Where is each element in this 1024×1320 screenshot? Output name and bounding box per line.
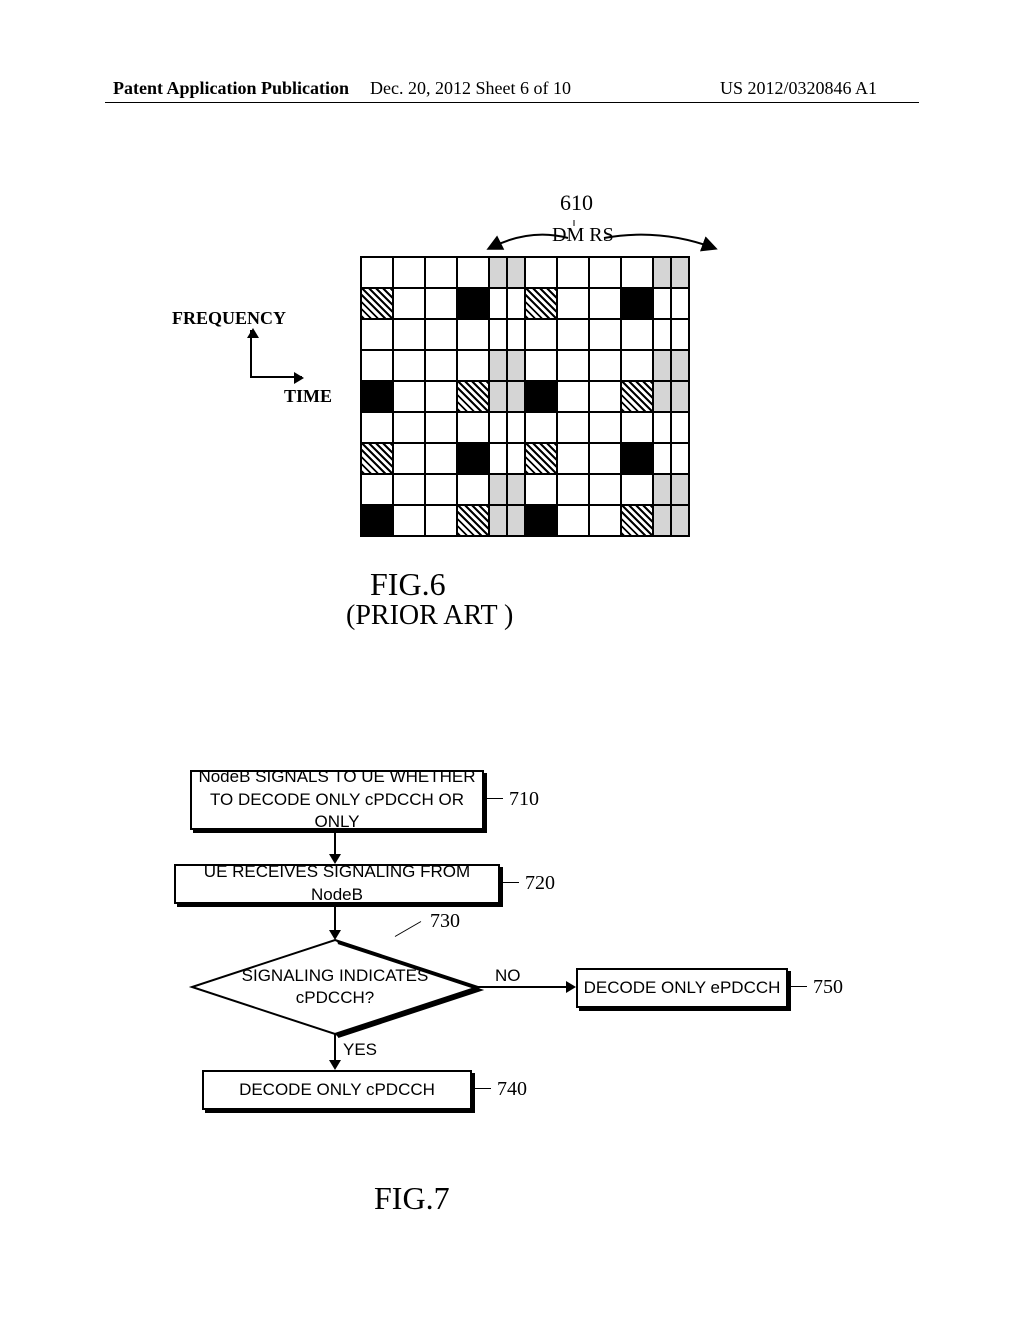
ref-num-710: 710 (509, 788, 539, 811)
step-720-text: UE RECEIVES SIGNALING FROM NodeB (176, 861, 498, 907)
header-left: Patent Application Publication (113, 78, 349, 99)
decision-730: SIGNALING INDICATES cPDCCH? (192, 940, 478, 1034)
ref-num-730: 730 (430, 910, 460, 933)
connector-arrow-down-icon (329, 930, 341, 940)
step-710-text: NodeB SIGNALS TO UE WHETHER TO DECODE ON… (192, 766, 482, 835)
header-center: Dec. 20, 2012 Sheet 6 of 10 (370, 78, 571, 99)
ref-740-tick (471, 1088, 491, 1089)
header-rule (105, 102, 919, 103)
axis-label-frequency: FREQUENCY (172, 308, 286, 329)
resource-grid (360, 256, 690, 537)
axis-arrow-horizontal-icon (250, 376, 302, 378)
ref-num-750: 750 (813, 976, 843, 999)
ref-num-740: 740 (497, 1078, 527, 1101)
axis-label-time: TIME (284, 386, 332, 407)
step-750-box: DECODE ONLY ePDCCH (576, 968, 788, 1008)
figure-6-subtitle: (PRIOR ART ) (346, 600, 513, 632)
ref-750-tick (787, 986, 807, 987)
connector-arrow-right-icon (566, 981, 576, 993)
ref-num-720: 720 (525, 872, 555, 895)
step-750-text: DECODE ONLY ePDCCH (584, 977, 781, 1000)
connector-line (334, 902, 336, 932)
ref-num-610: 610 (560, 190, 593, 216)
ref-730-lead (395, 921, 421, 937)
axis-arrow-vertical-icon (250, 330, 252, 378)
step-720-box: UE RECEIVES SIGNALING FROM NodeB (174, 864, 500, 904)
figure-7-title: FIG.7 (374, 1180, 450, 1217)
ref-710-tick (483, 798, 503, 799)
step-740-box: DECODE ONLY cPDCCH (202, 1070, 472, 1110)
step-710-box: NodeB SIGNALS TO UE WHETHER TO DECODE ON… (190, 770, 484, 830)
connector-line (478, 986, 568, 988)
connector-line (334, 1034, 336, 1062)
step-730-text: SIGNALING INDICATES cPDCCH? (242, 965, 429, 1009)
label-yes: YES (343, 1040, 377, 1060)
step-740-text: DECODE ONLY cPDCCH (239, 1079, 435, 1102)
ref-720-tick (499, 882, 519, 883)
figure-6-title: FIG.6 (370, 566, 446, 603)
connector-arrow-down-icon (329, 1060, 341, 1070)
header-right: US 2012/0320846 A1 (720, 78, 877, 99)
connector-line (334, 828, 336, 856)
label-no: NO (495, 966, 521, 986)
